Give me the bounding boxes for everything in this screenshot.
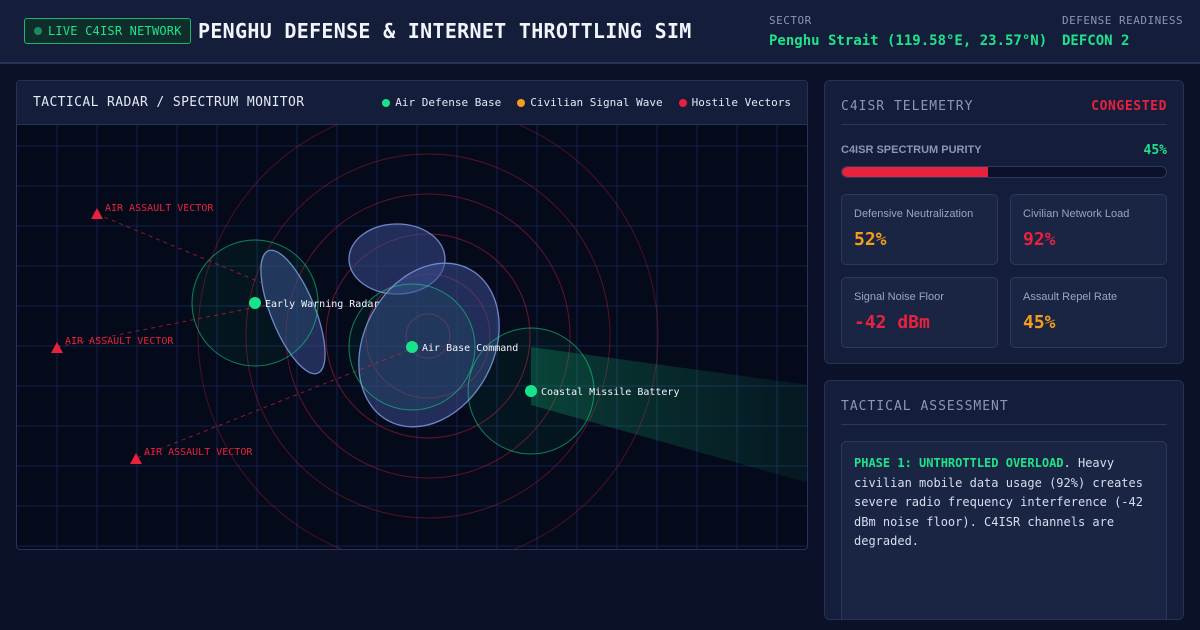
hostile-marker-icon[interactable] [91, 208, 103, 219]
hostile-marker-icon[interactable] [51, 342, 63, 353]
readiness-value: DEFCON 2 [1062, 33, 1130, 49]
purity-progress-fill [842, 167, 988, 177]
stat-card-assault-repel-rate: Assault Repel Rate 45% [1010, 277, 1167, 348]
stat-value: -42 dBm [854, 312, 930, 333]
purity-label: C4ISR SPECTRUM PURITY [841, 144, 982, 156]
sector-label: SECTOR [769, 14, 812, 27]
live-badge-label: LIVE C4ISR NETWORK [48, 24, 182, 38]
radar-map[interactable]: AIR ASSAULT VECTOR AIR ASSAULT VECTOR AI… [17, 125, 808, 550]
legend-dot-icon [517, 98, 526, 107]
legend-label: Hostile Vectors [691, 96, 791, 109]
stat-card-signal-noise-floor: Signal Noise Floor -42 dBm [841, 277, 998, 348]
divider [841, 124, 1167, 125]
stat-card-civilian-network-load: Civilian Network Load 92% [1010, 194, 1167, 265]
hostile-label: AIR ASSAULT VECTOR [105, 203, 214, 214]
base-marker-icon[interactable] [249, 297, 261, 309]
radar-legend: Air Defense Base Civilian Signal Wave Ho… [382, 96, 791, 109]
telemetry-panel: C4ISR TELEMETRY CONGESTED C4ISR SPECTRUM… [824, 80, 1184, 364]
assessment-text-box: PHASE 1: UNTHROTTLED OVERLOAD. Heavy civ… [841, 441, 1167, 619]
live-status-dot [34, 27, 42, 35]
legend-item-air-defense: Air Defense Base [382, 96, 501, 109]
base-label: Coastal Missile Battery [541, 387, 679, 398]
hostile-label: AIR ASSAULT VECTOR [65, 336, 174, 347]
legend-item-hostile: Hostile Vectors [678, 96, 791, 109]
legend-dot-icon [382, 98, 391, 107]
stat-value: 52% [854, 229, 887, 250]
legend-item-civilian-signal: Civilian Signal Wave [517, 96, 663, 109]
stat-value: 45% [1023, 312, 1056, 333]
base-marker-icon[interactable] [525, 385, 537, 397]
purity-value: 45% [1143, 143, 1167, 158]
assessment-panel: TACTICAL ASSESSMENT PHASE 1: UNTHROTTLED… [824, 380, 1184, 620]
live-network-badge: LIVE C4ISR NETWORK [24, 18, 191, 44]
radar-title: TACTICAL RADAR / SPECTRUM MONITOR [33, 95, 305, 110]
legend-label: Civilian Signal Wave [530, 96, 663, 109]
base-marker-icon[interactable] [406, 341, 418, 353]
legend-label: Air Defense Base [395, 96, 502, 109]
base-label: Early Warning Radar [265, 299, 379, 310]
assessment-phase: PHASE 1: UNTHROTTLED OVERLOAD [854, 456, 1064, 470]
hostile-marker-icon[interactable] [130, 453, 142, 464]
assessment-title: TACTICAL ASSESSMENT [841, 399, 1009, 414]
telemetry-title: C4ISR TELEMETRY [841, 99, 974, 114]
divider [841, 424, 1167, 425]
sector-value: Penghu Strait (119.58°E, 23.57°N) [769, 33, 1048, 49]
top-header: LIVE C4ISR NETWORK PENGHU DEFENSE & INTE… [0, 0, 1200, 64]
base-label: Air Base Command [422, 343, 518, 354]
sector-info: SECTOR Penghu Strait (119.58°E, 23.57°N) [769, 14, 1047, 49]
network-status-badge: CONGESTED [1091, 99, 1167, 114]
legend-dot-icon [678, 98, 687, 107]
stat-value: 92% [1023, 229, 1056, 250]
readiness-info: DEFENSE READINESS DEFCON 2 [1062, 14, 1183, 49]
radar-panel: TACTICAL RADAR / SPECTRUM MONITOR Air De… [16, 80, 808, 550]
stat-label: Assault Repel Rate [1023, 291, 1118, 303]
radar-header: TACTICAL RADAR / SPECTRUM MONITOR Air De… [17, 81, 807, 125]
hostile-label: AIR ASSAULT VECTOR [144, 447, 253, 458]
stat-card-defensive-neutralization: Defensive Neutralization 52% [841, 194, 998, 265]
stat-label: Civilian Network Load [1023, 208, 1130, 220]
stat-label: Defensive Neutralization [854, 208, 974, 220]
purity-progress-bar [841, 166, 1167, 178]
app-title: PENGHU DEFENSE & INTERNET THROTTLING SIM [198, 19, 692, 43]
readiness-label: DEFENSE READINESS [1062, 14, 1184, 27]
stat-label: Signal Noise Floor [854, 291, 944, 303]
